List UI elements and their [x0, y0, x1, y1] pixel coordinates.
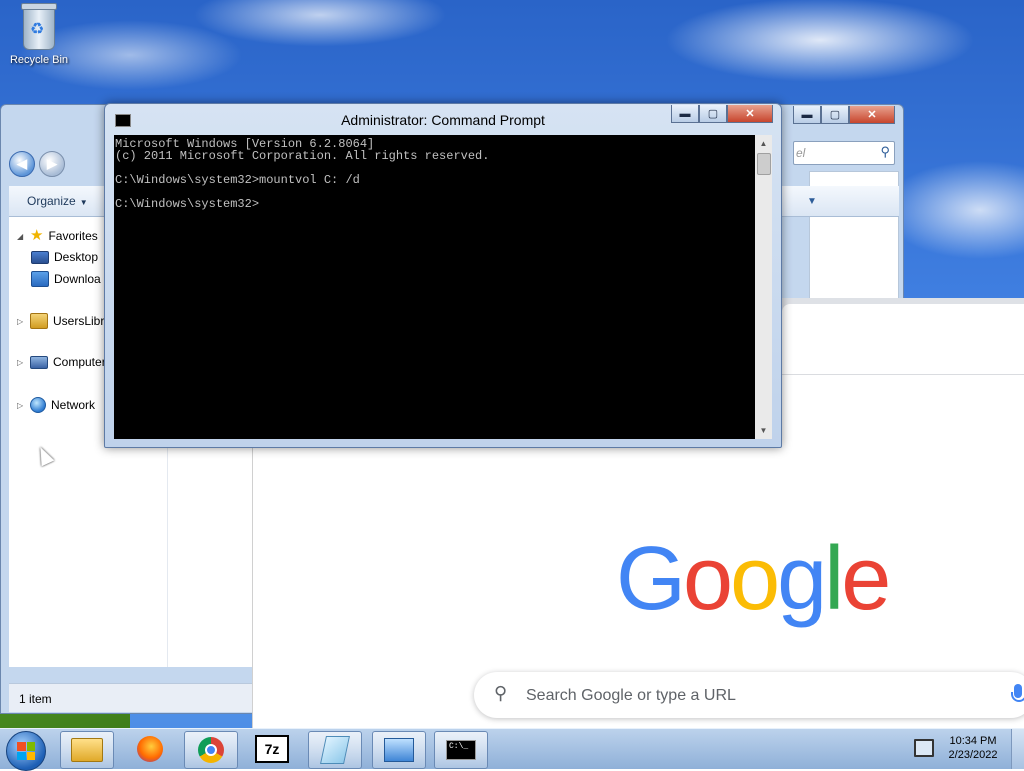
explorer-status-bar: 1 item	[9, 683, 253, 712]
windows-logo-icon	[17, 742, 35, 760]
scroll-down-arrow-icon[interactable]: ▼	[755, 422, 772, 439]
console-line: (c) 2011 Microsoft Corporation. All righ…	[115, 149, 490, 163]
taskbar-remote-connection-button[interactable]	[372, 731, 426, 769]
organize-label: Organize	[27, 194, 76, 208]
view-options-chevron-icon[interactable]: ▼	[807, 196, 817, 207]
7zip-icon: 7z	[255, 735, 289, 763]
network-icon	[30, 397, 46, 413]
google-search-placeholder: Search Google or type a URL	[526, 687, 736, 704]
console-line: C:\Windows\system32>mountvol C: /d	[115, 173, 360, 187]
explorer-nav-buttons: ◀ ▶	[9, 151, 65, 177]
nav-item-downloads-label: Downloa	[54, 272, 101, 286]
search-icon[interactable]: ⚲	[880, 144, 890, 160]
command-prompt-window[interactable]: Administrator: Command Prompt ▬ ▢ ✕ Micr…	[104, 103, 782, 448]
nav-item-computer-label: Computer	[53, 355, 106, 369]
nav-item-desktop-label: Desktop	[54, 250, 99, 264]
explorer-search-input[interactable]: el ⚲	[793, 141, 895, 165]
clock-time: 10:34 PM	[949, 735, 997, 747]
explorer-search-placeholder: el	[796, 146, 806, 160]
search-icon: ⚲	[494, 683, 508, 703]
console-prompt-line: C:\Windows\system32>	[115, 197, 260, 211]
organize-menu-button[interactable]: Organize ▼	[27, 194, 88, 208]
command-prompt-icon: C:\_	[446, 740, 476, 760]
collapsed-arrow-icon[interactable]: ▷	[17, 358, 25, 367]
cmd-console-output[interactable]: Microsoft Windows [Version 6.2.8064] (c) …	[114, 135, 755, 439]
cmd-close-button[interactable]: ✕	[727, 105, 773, 123]
item-count: 1 item	[19, 692, 52, 706]
back-button[interactable]: ◀	[9, 151, 35, 177]
taskbar-firefox-button[interactable]	[124, 731, 176, 767]
microphone-icon[interactable]	[1011, 684, 1024, 702]
computer-icon	[30, 355, 48, 369]
cmd-vertical-scrollbar[interactable]: ▲ ▼	[755, 135, 772, 439]
recycle-bin-icon	[21, 3, 57, 50]
explorer-maximize-button[interactable]: ▢	[821, 106, 849, 124]
scrollbar-thumb[interactable]	[757, 153, 771, 175]
collapsed-arrow-icon[interactable]: ▷	[17, 317, 25, 326]
google-search-box[interactable]: ⚲ Search Google or type a URL	[474, 672, 1024, 718]
cmd-minimize-button[interactable]: ▬	[671, 105, 699, 123]
taskbar-notepad-button[interactable]	[308, 731, 362, 769]
notepad-icon	[320, 736, 350, 764]
nav-item-favorites[interactable]: ◢ ★ Favorites	[17, 227, 98, 244]
libraries-icon	[30, 313, 48, 329]
desktop-icon	[31, 250, 49, 264]
logo-letter: o	[730, 529, 780, 629]
remote-desktop-icon	[384, 738, 414, 762]
google-logo: Google	[616, 534, 891, 624]
collapsed-arrow-icon[interactable]: ▷	[17, 401, 25, 410]
logo-letter: o	[683, 529, 733, 629]
chrome-tab-new-tab[interactable]	[782, 304, 1024, 342]
taskbar-chrome-button[interactable]	[184, 731, 238, 769]
show-desktop-button[interactable]	[1011, 729, 1024, 769]
nav-item-favorites-label: Favorites	[48, 229, 98, 243]
star-icon: ★	[30, 227, 44, 244]
firefox-icon	[137, 736, 163, 762]
logo-letter: e	[841, 529, 891, 629]
taskbar-cmd-button[interactable]: C:\_	[434, 731, 488, 769]
taskbar-7zip-button[interactable]: 7z	[246, 731, 298, 767]
recycle-bin-shortcut[interactable]: Recycle Bin	[6, 3, 72, 66]
nav-item-network-label: Network	[51, 398, 96, 412]
nav-item-libraries[interactable]: ▷ UsersLibra	[17, 313, 111, 329]
chevron-down-icon: ▼	[79, 198, 88, 207]
logo-letter: g	[777, 529, 827, 629]
nav-item-computer[interactable]: ▷ Computer	[17, 355, 106, 369]
network-tray-icon[interactable]	[914, 739, 934, 757]
logo-letter: G	[616, 529, 686, 629]
nav-item-network[interactable]: ▷ Network	[17, 397, 95, 413]
chrome-left-edge	[252, 448, 261, 730]
taskbar-clock[interactable]: 10:34 PM 2/23/2022	[938, 734, 1008, 762]
explorer-close-button[interactable]: ✕	[849, 106, 895, 124]
taskbar: 7z C:\_ 10:34 PM 2/23/2022	[0, 728, 1024, 771]
logo-letter: l	[824, 529, 844, 629]
nav-item-libraries-label: UsersLibra	[53, 314, 112, 328]
recycle-bin-label: Recycle Bin	[9, 54, 69, 66]
start-button[interactable]	[6, 731, 46, 771]
nav-item-desktop[interactable]: Desktop	[31, 250, 98, 264]
taskbar-explorer-button[interactable]	[60, 731, 114, 769]
explorer-minimize-button[interactable]: ▬	[793, 106, 821, 124]
explorer-window-controls: ▬ ▢ ✕	[793, 106, 895, 124]
folder-icon	[71, 738, 103, 762]
cmd-maximize-button[interactable]: ▢	[699, 105, 727, 123]
forward-button[interactable]: ▶	[39, 151, 65, 177]
scroll-up-arrow-icon[interactable]: ▲	[755, 135, 772, 152]
expanded-arrow-icon[interactable]: ◢	[17, 232, 25, 241]
downloads-icon	[31, 271, 49, 287]
clock-date: 2/23/2022	[948, 749, 998, 761]
nav-item-downloads[interactable]: Downloa	[31, 271, 101, 287]
chrome-icon	[198, 737, 224, 763]
cmd-window-controls: ▬ ▢ ✕	[671, 105, 773, 123]
